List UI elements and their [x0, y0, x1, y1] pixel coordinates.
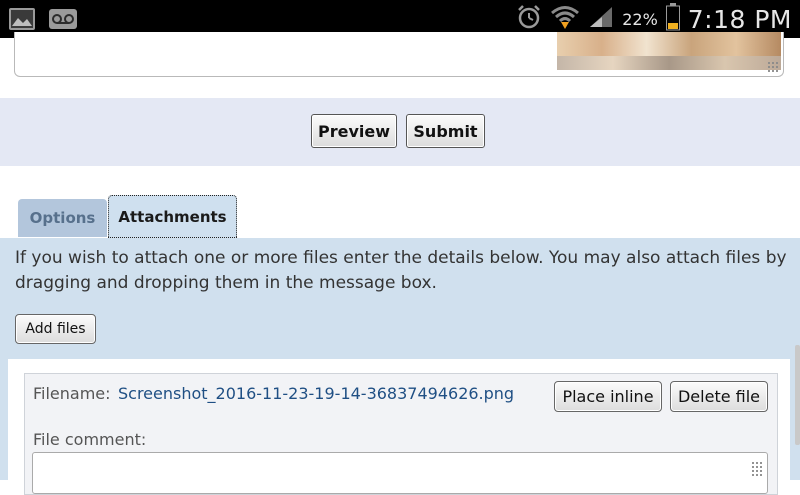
submit-bar: Preview Submit — [0, 98, 800, 166]
wifi-icon — [550, 4, 580, 34]
message-area — [0, 32, 800, 96]
file-comment-input[interactable] — [32, 452, 768, 494]
delete-file-button[interactable]: Delete file — [670, 381, 768, 412]
file-comment-label: File comment: — [33, 430, 147, 449]
signal-icon — [588, 5, 614, 33]
filename-label: Filename: — [33, 384, 111, 403]
resize-grip-icon[interactable] — [767, 61, 779, 73]
notification-icons — [8, 7, 78, 35]
image-icon — [8, 7, 36, 35]
add-files-button[interactable]: Add files — [15, 314, 96, 344]
inline-image — [557, 32, 781, 70]
file-item: Filename: Screenshot_2016-11-23-19-14-36… — [24, 373, 778, 495]
attachments-panel: If you wish to attach one or more files … — [0, 238, 800, 495]
filename-link[interactable]: Screenshot_2016-11-23-19-14-36837494626.… — [118, 384, 514, 403]
voicemail-icon — [48, 7, 78, 35]
place-inline-button[interactable]: Place inline — [554, 381, 662, 412]
tab-attachments[interactable]: Attachments — [108, 195, 237, 238]
attachments-instructions: If you wish to attach one or more files … — [15, 248, 787, 293]
battery-icon — [665, 3, 680, 35]
page-scrollbar[interactable] — [795, 345, 800, 445]
preview-button[interactable]: Preview — [311, 114, 397, 148]
files-list: Filename: Screenshot_2016-11-23-19-14-36… — [8, 359, 790, 495]
battery-percent: 22% — [622, 9, 658, 29]
tab-options[interactable]: Options — [18, 199, 107, 237]
resize-grip-icon[interactable] — [751, 461, 763, 477]
message-box[interactable] — [14, 32, 784, 77]
alarm-icon — [516, 4, 542, 34]
submit-button[interactable]: Submit — [406, 114, 485, 148]
clock: 7:18 PM — [687, 4, 792, 34]
